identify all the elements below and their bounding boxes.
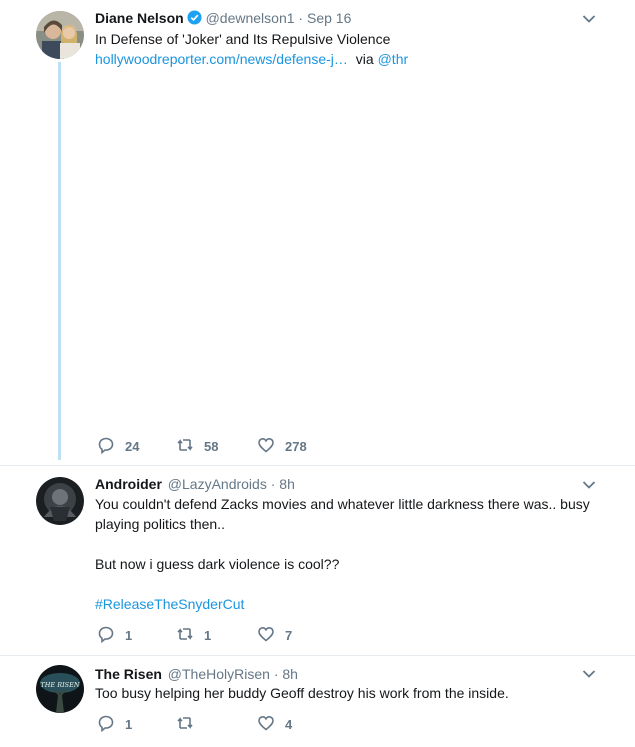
display-name[interactable]: The Risen: [95, 666, 162, 682]
retweet-count: 1: [204, 627, 212, 643]
tweet-actions: 24 58 278: [97, 436, 397, 456]
display-name[interactable]: Androider: [95, 476, 162, 492]
mention-link[interactable]: @thr: [378, 51, 409, 67]
retweet-icon: [176, 714, 194, 735]
like-count: 4: [285, 716, 293, 732]
like-button[interactable]: 278: [257, 436, 307, 456]
tweet-text: Too busy helping her buddy Geoff destroy…: [95, 683, 605, 703]
tweet-diane-nelson[interactable]: Diane Nelson @dewnelson1 · Sep 16 In Def…: [0, 0, 635, 465]
via-label: via: [355, 51, 374, 67]
tweet-the-risen[interactable]: THE RISEN The Risen @TheHolyRisen · 8h T…: [0, 656, 635, 747]
tweet-androider[interactable]: Androider @LazyAndroids · 8h You couldn'…: [0, 466, 635, 655]
reply-icon: [97, 436, 115, 457]
reply-count: 1: [125, 627, 133, 643]
retweet-icon: [176, 625, 194, 646]
tweet-text-line: In Defense of 'Joker' and Its Repulsive …: [95, 31, 391, 47]
like-count: 7: [285, 627, 293, 643]
separator: ·: [270, 476, 276, 492]
avatar[interactable]: [36, 11, 84, 59]
handle[interactable]: @LazyAndroids: [168, 476, 267, 492]
reply-button[interactable]: 1: [97, 714, 132, 734]
avatar-logo-text: THE RISEN: [40, 681, 79, 689]
timestamp[interactable]: 8h: [282, 666, 298, 682]
tweet-text: You couldn't defend Zacks movies and wha…: [95, 494, 605, 614]
tweet-text-line: But now i guess dark violence is cool??: [95, 556, 340, 572]
like-icon: [257, 436, 275, 457]
separator: ·: [298, 10, 304, 26]
timestamp[interactable]: 8h: [279, 476, 295, 492]
avatar[interactable]: [36, 477, 84, 525]
display-name[interactable]: Diane Nelson: [95, 10, 184, 26]
chevron-down-icon[interactable]: [581, 666, 597, 682]
like-button[interactable]: 4: [257, 714, 292, 734]
like-button[interactable]: 7: [257, 625, 292, 645]
chevron-down-icon[interactable]: [581, 477, 597, 493]
tweet-text-line: playing politics then..: [95, 516, 225, 532]
handle[interactable]: @dewnelson1: [206, 10, 295, 26]
tweet-link-line: hollywoodreporter.com/news/defense-j… vi…: [95, 49, 605, 69]
timestamp[interactable]: Sep 16: [307, 10, 351, 26]
retweet-button[interactable]: [176, 714, 204, 734]
hashtag-link[interactable]: #ReleaseTheSnyderCut: [95, 594, 605, 614]
handle[interactable]: @TheHolyRisen: [168, 666, 270, 682]
reply-count: 24: [125, 438, 140, 454]
like-icon: [257, 625, 275, 646]
tweet-header: The Risen @TheHolyRisen · 8h: [95, 665, 298, 683]
tweet-text-line: Too busy helping her buddy Geoff destroy…: [95, 685, 509, 701]
like-icon: [257, 714, 275, 735]
retweet-icon: [176, 436, 194, 457]
tweet-text-line: You couldn't defend Zacks movies and wha…: [95, 496, 590, 512]
tweet-actions: 1 4: [97, 714, 397, 734]
retweet-button[interactable]: 1: [176, 625, 211, 645]
tweet-header: Diane Nelson @dewnelson1 · Sep 16: [95, 9, 351, 27]
chevron-down-icon[interactable]: [581, 11, 597, 27]
reply-button[interactable]: 24: [97, 436, 139, 456]
tweet-actions: 1 1 7: [97, 625, 397, 645]
article-link[interactable]: hollywoodreporter.com/news/defense-j…: [95, 51, 348, 67]
reply-icon: [97, 714, 115, 735]
separator: ·: [273, 666, 279, 682]
reply-icon: [97, 625, 115, 646]
verified-badge-icon: [187, 10, 202, 25]
reply-button[interactable]: 1: [97, 625, 132, 645]
retweet-button[interactable]: 58: [176, 436, 218, 456]
thread-line: [58, 62, 61, 460]
avatar[interactable]: THE RISEN: [36, 665, 84, 713]
tweet-text: In Defense of 'Joker' and Its Repulsive …: [95, 29, 605, 69]
tweet-header: Androider @LazyAndroids · 8h: [95, 475, 295, 493]
like-count: 278: [285, 438, 307, 454]
retweet-count: 58: [204, 438, 219, 454]
reply-count: 1: [125, 716, 133, 732]
